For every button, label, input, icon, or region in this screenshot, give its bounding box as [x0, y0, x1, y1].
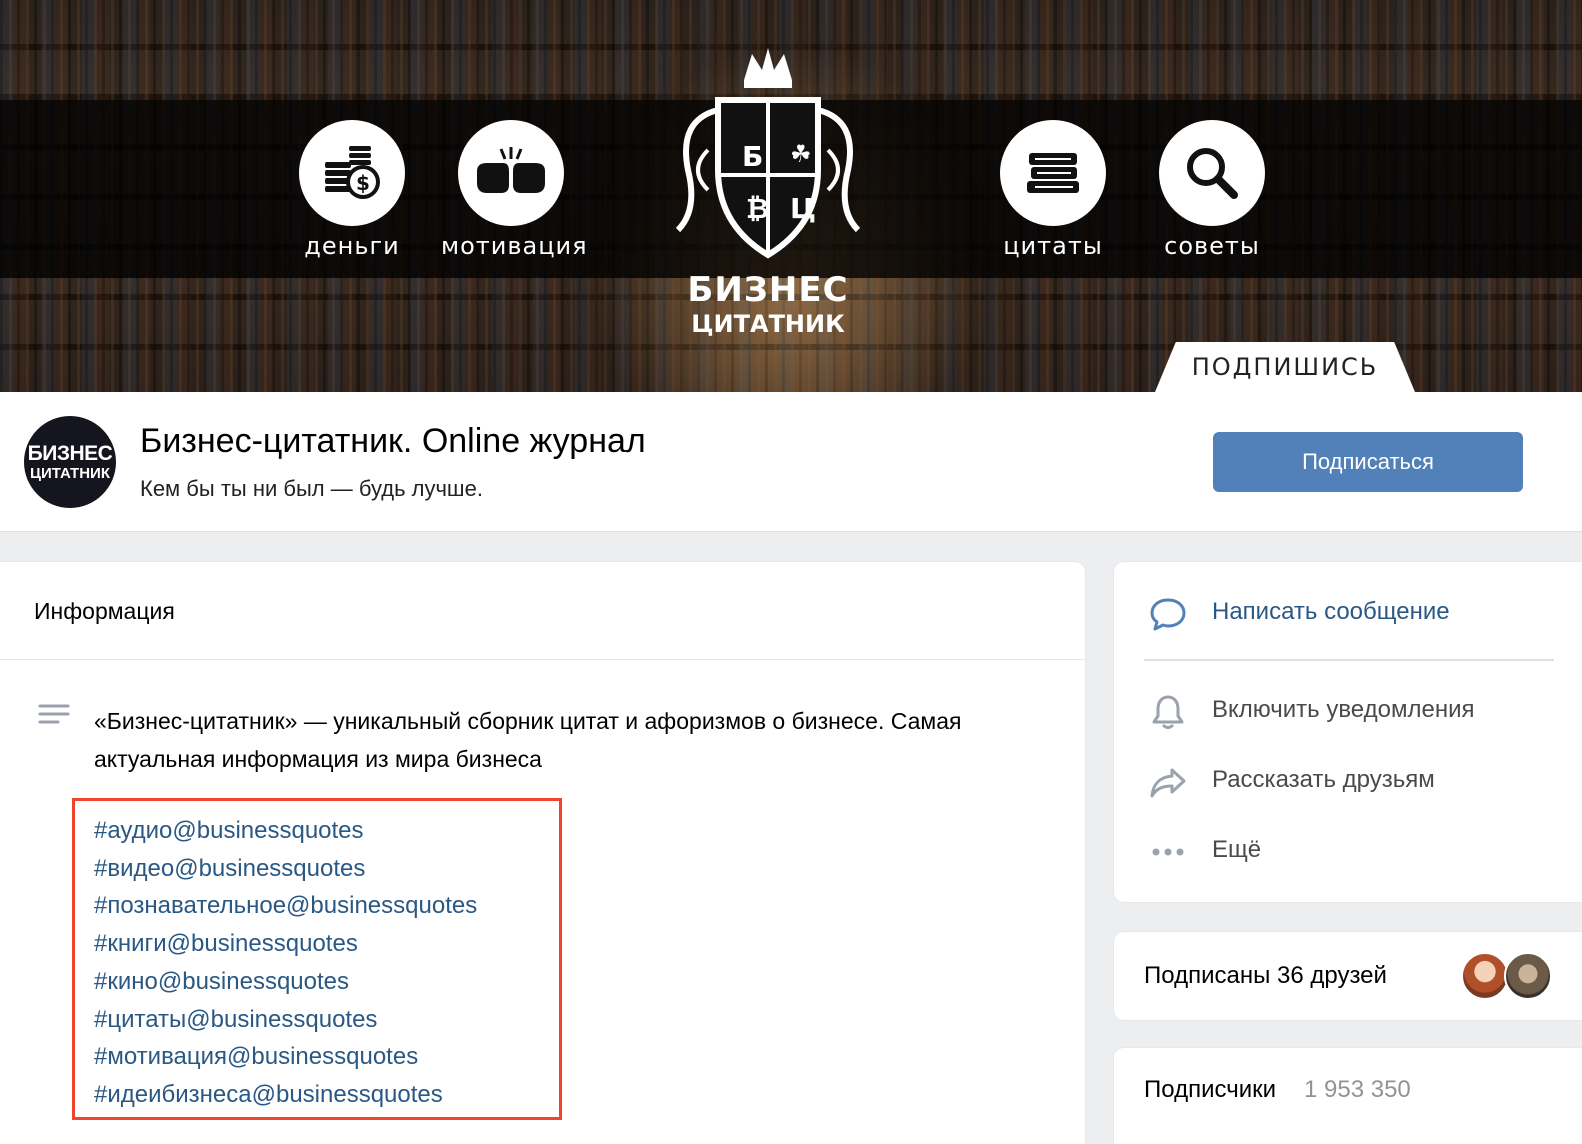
crest-clover: ☘	[790, 140, 812, 168]
hashtag-link[interactable]: #аудио@businessquotes	[94, 812, 477, 850]
subscribers-card[interactable]: Подписчики 1 953 350	[1114, 1048, 1582, 1144]
friend-avatar[interactable]	[1461, 952, 1509, 1000]
hashtag-link[interactable]: #кино@businessquotes	[94, 963, 477, 1001]
subscribers-count: 1 953 350	[1304, 1076, 1411, 1103]
cover-nav-money-label: деньги	[304, 232, 400, 260]
more-label: Ещё	[1212, 836, 1262, 863]
info-title: Информация	[34, 598, 175, 624]
hashtag-link[interactable]: #познавательное@businessquotes	[94, 887, 477, 925]
bell-icon	[1148, 692, 1188, 732]
crest-letter-b: Б	[742, 140, 764, 173]
actions-card: Написать сообщение Включить уведомления …	[1114, 562, 1582, 902]
crest-bitcoin: ₿	[746, 192, 769, 225]
divider	[0, 659, 1085, 660]
more-dots-icon	[1148, 832, 1188, 872]
group-name: Бизнес-цитатник. Online журнал	[140, 422, 646, 460]
hashtag-link[interactable]: #видео@businessquotes	[94, 850, 477, 888]
cover-subscribe-tab[interactable]: ПОДПИШИСЬ	[1155, 342, 1415, 392]
friend-avatar[interactable]	[1504, 952, 1552, 1000]
hashtag-link[interactable]: #идеибизнеса@businessquotes	[94, 1076, 477, 1114]
divider	[1144, 659, 1554, 661]
hashtag-link[interactable]: #книги@businessquotes	[94, 925, 477, 963]
hashtag-link[interactable]: #цитаты@businessquotes	[94, 1001, 477, 1039]
crest-logo: Б ☘ ₿ Ц БИЗНЕС ЦИТАТНИК	[648, 40, 888, 340]
cover-nav-money[interactable]: $ деньги	[282, 120, 422, 260]
cover-nav-quotes[interactable]: цитаты	[983, 120, 1123, 260]
share-label: Рассказать друзьям	[1212, 766, 1435, 793]
hashtag-list: #аудио@businessquotes #видео@businessquo…	[94, 812, 477, 1114]
avatar-line1: БИЗНЕС	[27, 442, 113, 465]
info-card: Информация «Бизнес-цитатник» — уникальны…	[0, 562, 1085, 1144]
hashtag-link[interactable]: #мотивация@businessquotes	[94, 1038, 477, 1076]
fists-icon	[458, 120, 564, 226]
enable-notifications-label: Включить уведомления	[1212, 696, 1475, 723]
cover-nav-motivation-label: мотивация	[441, 232, 588, 260]
crest-letter-ts: Ц	[790, 192, 816, 225]
cover-nav-quotes-label: цитаты	[1003, 232, 1103, 260]
subscribe-button[interactable]: Подписаться	[1213, 432, 1523, 492]
crest-title: БИЗНЕС	[687, 270, 849, 310]
group-status: Кем бы ты ни был — будь лучше.	[140, 476, 483, 501]
friends-subscribed-card[interactable]: Подписаны 36 друзей	[1114, 932, 1582, 1020]
avatar[interactable]: БИЗНЕС ЦИТАТНИК	[24, 416, 116, 508]
group-description: «Бизнес-цитатник» — уникальный сборник ц…	[94, 708, 962, 772]
cover-nav-motivation[interactable]: мотивация	[441, 120, 588, 260]
friends-subscribed-text: Подписаны 36 друзей	[1144, 962, 1387, 989]
more-button[interactable]: Ещё	[1114, 820, 1582, 880]
write-message-label: Написать сообщение	[1212, 598, 1450, 625]
cover-image: $ деньги мотивация Б ☘ ₿ Ц БИЗНЕС ЦИТАТН…	[0, 0, 1582, 392]
crest-subtitle: ЦИТАТНИК	[691, 310, 845, 338]
share-button[interactable]: Рассказать друзьям	[1114, 750, 1582, 810]
message-bubble-icon	[1148, 594, 1188, 634]
text-lines-icon	[38, 702, 70, 735]
svg-text:$: $	[356, 171, 370, 195]
subscribers-label: Подписчики	[1144, 1076, 1277, 1103]
books-icon	[1000, 120, 1106, 226]
magnifier-icon	[1159, 120, 1265, 226]
cover-nav-tips-label: советы	[1164, 232, 1260, 260]
cover-nav-tips[interactable]: советы	[1142, 120, 1282, 260]
money-icon: $	[299, 120, 405, 226]
avatar-line2: ЦИТАТНИК	[30, 465, 110, 482]
write-message-button[interactable]: Написать сообщение	[1114, 582, 1582, 642]
enable-notifications-button[interactable]: Включить уведомления	[1114, 680, 1582, 740]
share-arrow-icon	[1148, 762, 1188, 802]
